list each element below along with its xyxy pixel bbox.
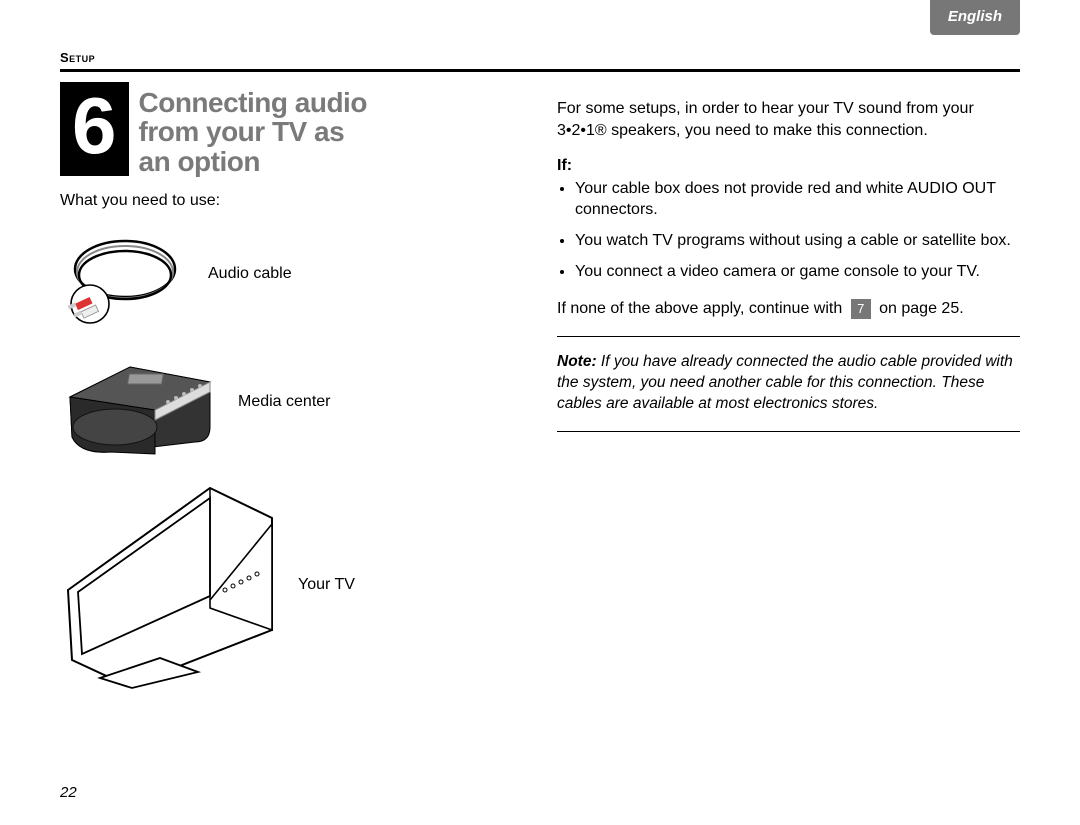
intro-paragraph: For some setups, in order to hear your T… bbox=[557, 98, 1020, 141]
list-item: You watch TV programs without using a ca… bbox=[575, 231, 1020, 252]
section-header: Setup bbox=[60, 50, 1020, 65]
continue-instruction: If none of the above apply, continue wit… bbox=[557, 298, 1020, 320]
note-rule-bottom bbox=[557, 431, 1020, 432]
step-heading: 6 Connecting audio from your TV as an op… bbox=[60, 82, 523, 176]
right-column: For some setups, in order to hear your T… bbox=[557, 82, 1020, 708]
list-item: You connect a video camera or game conso… bbox=[575, 262, 1020, 283]
left-column: 6 Connecting audio from your TV as an op… bbox=[60, 82, 523, 708]
media-center-icon bbox=[60, 342, 220, 462]
note-text: Note: If you have already connected the … bbox=[557, 352, 1020, 415]
item-audio-cable: Audio cable bbox=[60, 224, 523, 324]
language-tab: English bbox=[930, 0, 1020, 35]
media-center-label: Media center bbox=[238, 393, 331, 411]
page-content: Setup 6 Connecting audio from your TV as… bbox=[60, 50, 1020, 708]
step-number: 6 bbox=[60, 82, 129, 176]
item-media-center: Media center bbox=[60, 342, 523, 462]
list-item: Your cable box does not provide red and … bbox=[575, 179, 1020, 221]
note-rule-top bbox=[557, 336, 1020, 337]
page-number: 22 bbox=[60, 784, 77, 801]
conditions-list: Your cable box does not provide red and … bbox=[557, 179, 1020, 282]
what-you-need-label: What you need to use: bbox=[60, 192, 523, 210]
step-title: Connecting audio from your TV as an opti… bbox=[129, 82, 367, 176]
audio-cable-label: Audio cable bbox=[208, 265, 292, 283]
step-ref-badge: 7 bbox=[851, 299, 871, 319]
item-tv: Your TV bbox=[60, 480, 523, 690]
tv-label: Your TV bbox=[298, 576, 355, 594]
audio-cable-icon bbox=[60, 224, 190, 324]
header-rule bbox=[60, 69, 1020, 72]
if-heading: If: bbox=[557, 157, 572, 174]
tv-icon bbox=[60, 480, 280, 690]
